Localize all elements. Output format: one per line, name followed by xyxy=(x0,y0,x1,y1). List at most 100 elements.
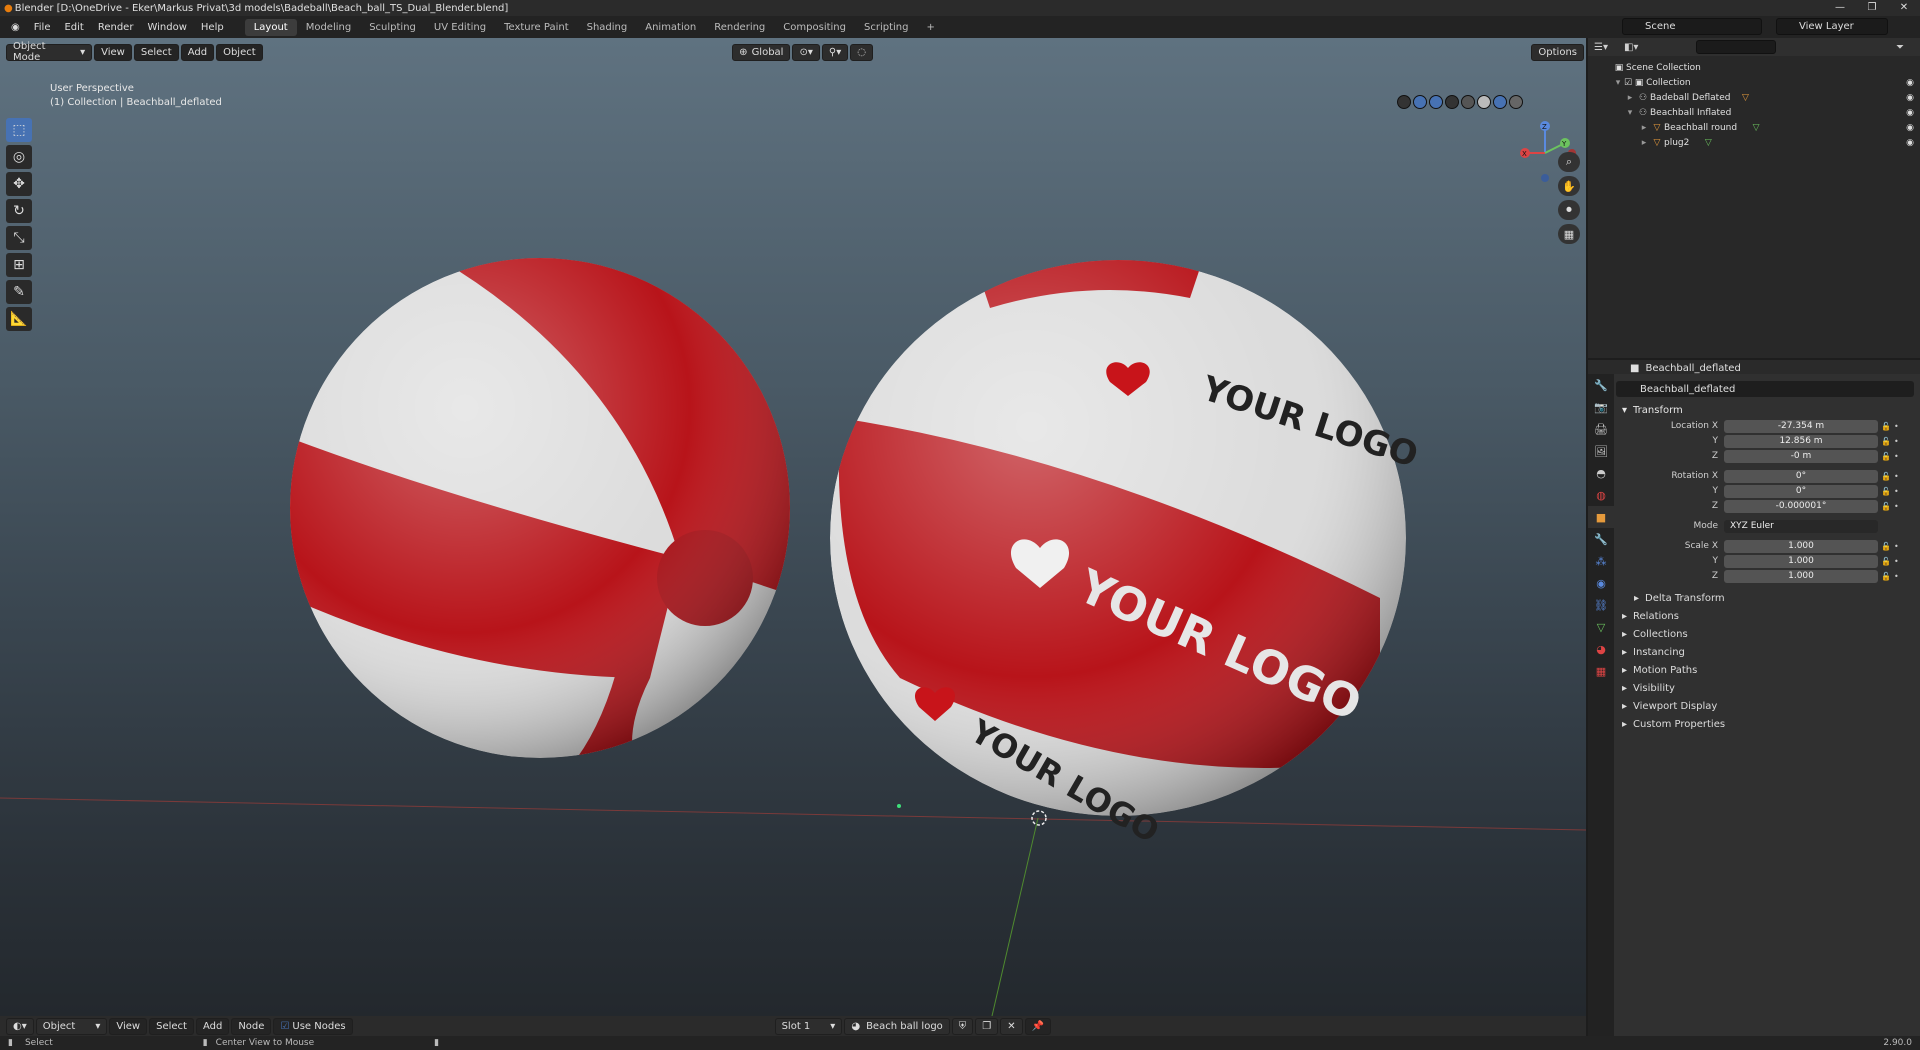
unlink-material-icon[interactable]: ✕ xyxy=(1000,1017,1023,1035)
tab-uv-editing[interactable]: UV Editing xyxy=(425,19,495,36)
wireframe-shading-icon[interactable] xyxy=(1461,95,1475,109)
pivot-dropdown[interactable]: ⊙▾ xyxy=(792,43,820,61)
blender-menu-icon[interactable]: ◉ xyxy=(4,22,27,33)
select-box-tool-icon[interactable]: ⬚ xyxy=(6,118,32,142)
tree-plug2[interactable]: ▸ ▽ plug2 ▽ ◉ xyxy=(1588,135,1920,150)
motion-paths-section[interactable]: ▸ Motion Paths xyxy=(1616,661,1920,679)
rendered-shading-icon[interactable] xyxy=(1509,95,1523,109)
pan-hand-icon[interactable]: ✋ xyxy=(1558,176,1580,196)
new-material-icon[interactable]: ❐ xyxy=(975,1017,999,1035)
world-tab-icon[interactable]: ◍ xyxy=(1588,484,1614,506)
expand-icon[interactable]: ▾ xyxy=(1612,78,1624,88)
lock-icon[interactable]: 🔓 xyxy=(1878,472,1894,481)
viewport-display-section[interactable]: ▸ Viewport Display xyxy=(1616,697,1920,715)
scale-y-field[interactable]: 1.000 xyxy=(1724,554,1878,568)
tab-texture-paint[interactable]: Texture Paint xyxy=(495,19,578,36)
material-selector[interactable]: ◕ Beach ball logo xyxy=(844,1017,950,1035)
custom-properties-section[interactable]: ▸ Custom Properties xyxy=(1616,715,1920,733)
particles-tab-icon[interactable]: ⁂ xyxy=(1588,550,1614,572)
lock-icon[interactable]: 🔓 xyxy=(1878,452,1894,461)
editor-type-icon[interactable]: ◐▾ xyxy=(6,1017,34,1035)
camera-view-icon[interactable]: ⏺ xyxy=(1558,200,1580,220)
tab-sculpting[interactable]: Sculpting xyxy=(360,19,425,36)
tab-rendering[interactable]: Rendering xyxy=(705,19,774,36)
tree-badeball-deflated[interactable]: ▸ ⚇ Badeball Deflated ▽ ◉ xyxy=(1588,90,1920,105)
keyframe-dot-icon[interactable]: • xyxy=(1894,572,1899,581)
tab-shading[interactable]: Shading xyxy=(578,19,637,36)
fake-user-icon[interactable]: ⛨ xyxy=(951,1017,974,1035)
transform-orientation-dropdown[interactable]: ⊕ Global xyxy=(732,43,791,61)
cursor-tool-icon[interactable]: ◎ xyxy=(6,145,32,169)
pin-icon[interactable]: 📌 xyxy=(1024,1017,1052,1035)
object-tab-icon[interactable]: ■ xyxy=(1588,506,1614,528)
transform-section-header[interactable]: ▾ Transform xyxy=(1616,401,1920,419)
zoom-icon[interactable]: ⌕ xyxy=(1558,152,1580,172)
tab-compositing[interactable]: Compositing xyxy=(774,19,855,36)
keyframe-dot-icon[interactable]: • xyxy=(1894,437,1899,446)
tab-animation[interactable]: Animation xyxy=(636,19,705,36)
mode-dropdown[interactable]: Object Mode ▾ xyxy=(6,41,93,63)
editor-type-icon[interactable]: ☰▾ xyxy=(1594,42,1608,53)
relations-section[interactable]: ▸ Relations xyxy=(1616,607,1920,625)
scene-selector[interactable]: Scene xyxy=(1622,18,1762,35)
location-z-field[interactable]: -0 m xyxy=(1724,449,1878,463)
use-nodes-checkbox[interactable]: ☑ Use Nodes xyxy=(273,1017,353,1035)
keyframe-dot-icon[interactable]: • xyxy=(1894,422,1899,431)
options-dropdown[interactable]: Options xyxy=(1531,43,1585,61)
lock-icon[interactable]: 🔓 xyxy=(1878,557,1894,566)
menu-help[interactable]: Help xyxy=(194,22,231,33)
instancing-section[interactable]: ▸ Instancing xyxy=(1616,643,1920,661)
filter-icon[interactable]: ⏷ xyxy=(1896,42,1904,53)
constraints-tab-icon[interactable]: ⛓ xyxy=(1588,594,1614,616)
xray-toggle-icon[interactable] xyxy=(1445,95,1459,109)
collections-section[interactable]: ▸ Collections xyxy=(1616,625,1920,643)
snap-dropdown[interactable]: ⚲▾ xyxy=(821,43,849,61)
rotation-x-field[interactable]: 0° xyxy=(1724,469,1878,483)
add-workspace-button[interactable]: + xyxy=(917,19,943,36)
keyframe-dot-icon[interactable]: • xyxy=(1894,557,1899,566)
delta-transform-section[interactable]: ▸ Delta Transform xyxy=(1616,589,1920,607)
menu-edit[interactable]: Edit xyxy=(57,22,90,33)
menu-file[interactable]: File xyxy=(27,22,58,33)
grid-toggle-icon[interactable]: ▦ xyxy=(1558,224,1580,244)
tree-beachball-round[interactable]: ▸ ▽ Beachball round ▽ ◉ xyxy=(1588,120,1920,135)
viewport-menu-add[interactable]: Add xyxy=(180,43,215,61)
view-layer-tab-icon[interactable]: 🖼 xyxy=(1588,440,1614,462)
object-name-field[interactable]: Beachball_deflated xyxy=(1616,381,1914,397)
output-tab-icon[interactable]: 🖨 xyxy=(1588,418,1614,440)
node-menu-node[interactable]: Node xyxy=(231,1017,272,1035)
keyframe-dot-icon[interactable]: • xyxy=(1894,472,1899,481)
node-menu-view[interactable]: View xyxy=(109,1017,148,1035)
keyframe-dot-icon[interactable]: • xyxy=(1894,487,1899,496)
eye-icon[interactable]: ◉ xyxy=(1906,78,1914,88)
measure-tool-icon[interactable]: 📐 xyxy=(6,307,32,331)
viewport-menu-view[interactable]: View xyxy=(94,43,132,61)
tab-modeling[interactable]: Modeling xyxy=(297,19,361,36)
node-menu-select[interactable]: Select xyxy=(149,1017,194,1035)
material-shading-icon[interactable] xyxy=(1493,95,1507,109)
tab-layout[interactable]: Layout xyxy=(244,18,297,36)
tree-collection[interactable]: ▾ ☑ ▣ Collection ◉ xyxy=(1588,75,1920,90)
viewport-menu-object[interactable]: Object xyxy=(216,43,263,61)
rotation-y-field[interactable]: 0° xyxy=(1724,484,1878,498)
viewport-menu-select[interactable]: Select xyxy=(133,43,179,61)
rotate-tool-icon[interactable]: ↻ xyxy=(6,199,32,223)
gizmo-toggle-icon[interactable] xyxy=(1413,95,1427,109)
menu-window[interactable]: Window xyxy=(140,22,193,33)
scene-tab-icon[interactable]: ◓ xyxy=(1588,462,1614,484)
location-y-field[interactable]: 12.856 m xyxy=(1724,434,1878,448)
rotation-mode-dropdown[interactable]: XYZ Euler xyxy=(1724,519,1878,533)
move-tool-icon[interactable]: ✥ xyxy=(6,172,32,196)
eye-icon[interactable]: ◉ xyxy=(1906,138,1914,148)
node-menu-add[interactable]: Add xyxy=(195,1017,230,1035)
maximize-button[interactable]: ❐ xyxy=(1856,0,1888,16)
visibility-icon[interactable] xyxy=(1397,95,1411,109)
tree-scene-collection[interactable]: ▣ Scene Collection xyxy=(1588,60,1920,75)
material-tab-icon[interactable]: ◕ xyxy=(1588,638,1614,660)
outliner-search-input[interactable] xyxy=(1696,40,1777,54)
scale-z-field[interactable]: 1.000 xyxy=(1724,569,1878,583)
physics-tab-icon[interactable]: ◉ xyxy=(1588,572,1614,594)
scale-tool-icon[interactable]: ⤡ xyxy=(6,226,32,250)
visibility-section[interactable]: ▸ Visibility xyxy=(1616,679,1920,697)
lock-icon[interactable]: 🔓 xyxy=(1878,502,1894,511)
